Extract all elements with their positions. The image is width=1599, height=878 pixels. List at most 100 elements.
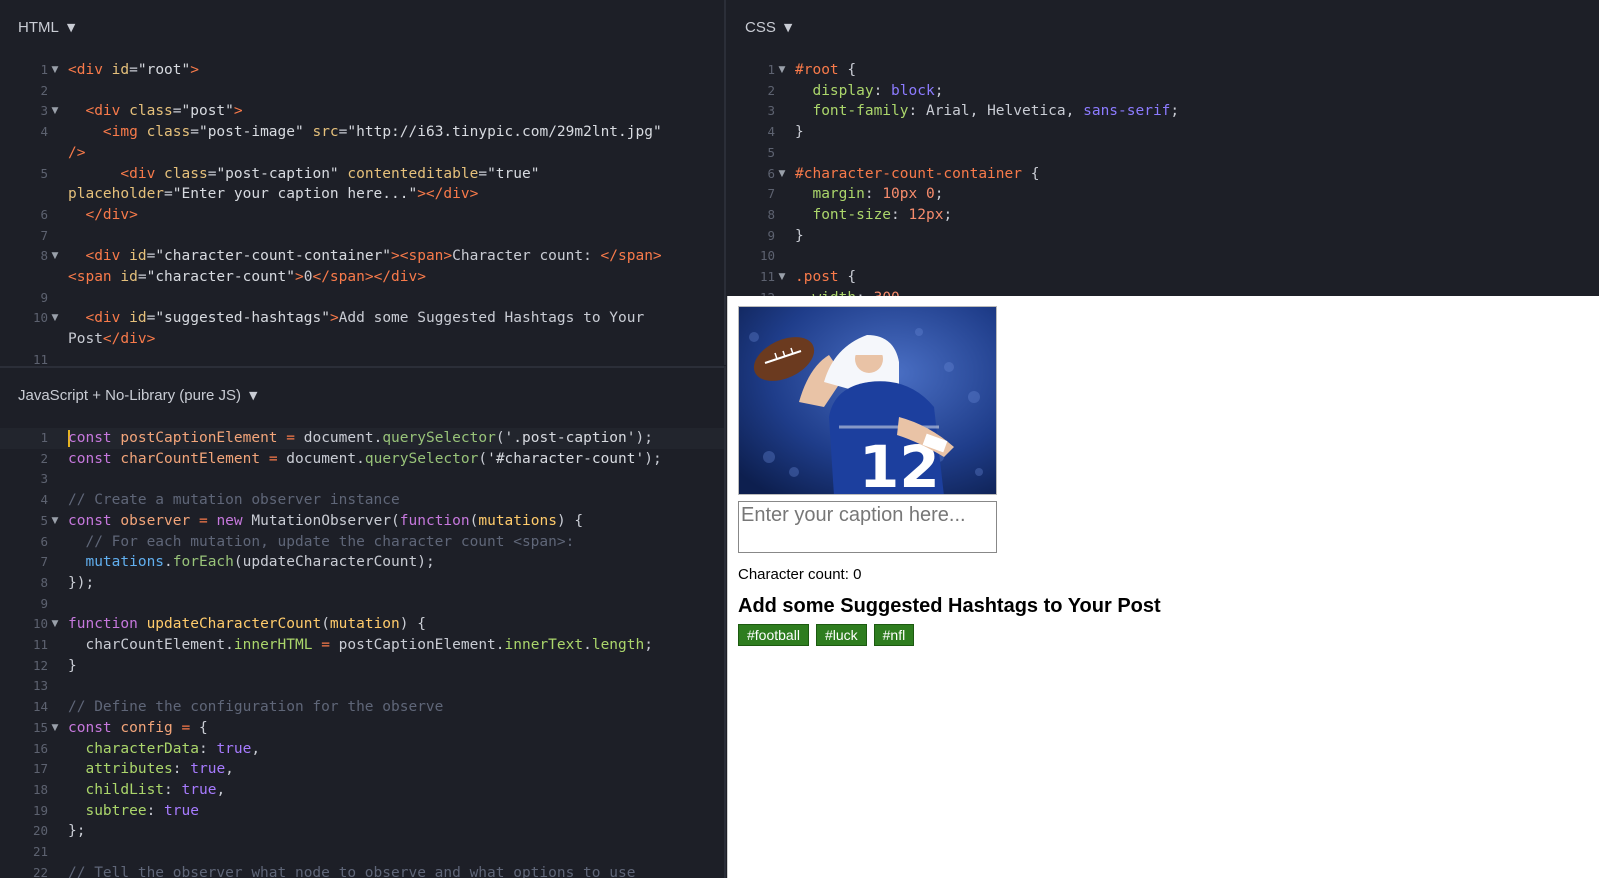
code-text[interactable] [68,226,724,247]
code-line[interactable]: 8 font-size: 12px; [727,205,1599,226]
code-text[interactable]: #root { [795,60,1599,81]
fold-arrow-icon[interactable]: ▼ [48,308,62,329]
hashtag-badge[interactable]: #football [738,624,809,646]
code-text[interactable]: margin: 10px 0; [795,184,1599,205]
code-line[interactable]: 22 // Tell the observer what node to obse… [0,863,724,878]
js-panel-header[interactable]: JavaScript + No-Library (pure JS) ▼ [0,368,724,422]
code-text[interactable]: // Create a mutation observer instance [68,490,724,511]
code-line[interactable]: 6 ▼ #character-count-container { [727,164,1599,185]
code-text[interactable]: characterData: true, [68,739,724,760]
css-editor-panel[interactable]: CSS ▼ 1 ▼ #root {2 display: block; 3 font-f… [727,0,1599,296]
dropdown-caret-icon[interactable]: ▼ [784,21,792,34]
code-text[interactable]: charCountElement.innerHTML = postCaption… [68,635,724,656]
code-text[interactable]: .post { [795,267,1599,288]
code-line[interactable]: 17 attributes: true, [0,759,724,780]
code-line[interactable]: 1 ▼ <div id="root"> [0,60,724,81]
fold-arrow-icon[interactable]: ▼ [48,614,62,635]
code-line[interactable]: 9} [727,226,1599,247]
code-text[interactable]: }; [68,821,724,842]
code-line[interactable]: 4 // Create a mutation observer instance [0,490,724,511]
code-line[interactable]: 3 ▼ <div class="post"> [0,101,724,122]
code-line[interactable]: 2 [0,81,724,102]
code-text[interactable]: function updateCharacterCount(mutation) … [68,614,724,635]
css-panel-header[interactable]: CSS ▼ [727,0,1599,54]
code-text[interactable]: } [68,656,724,677]
code-line[interactable]: 8 ▼ <div id="character-count-container"><… [0,246,724,287]
code-text[interactable]: width: 300 [795,288,1599,296]
code-line[interactable]: 9 [0,288,724,309]
code-text[interactable]: </div> [68,205,724,226]
code-text[interactable]: // For each mutation, update the charact… [68,532,724,553]
js-code-area[interactable]: 1 const postCaptionElement = document.que… [0,422,724,878]
code-text[interactable] [795,143,1599,164]
code-line[interactable]: 11 charCountElement.innerHTML = postCapt… [0,635,724,656]
code-line[interactable]: 8}); [0,573,724,594]
fold-arrow-icon[interactable]: ▼ [48,101,62,122]
fold-arrow-icon[interactable]: ▼ [48,718,62,739]
code-text[interactable] [68,81,724,102]
code-line[interactable]: 11 [0,350,724,365]
code-line[interactable]: 11 ▼ .post { [727,267,1599,288]
html-editor-panel[interactable]: HTML ▼ 1 ▼ <div id="root"> 2 3 ▼ <div class="… [0,0,726,365]
caption-input[interactable]: Enter your caption here... [738,501,997,553]
code-line[interactable]: 9 [0,594,724,615]
dropdown-caret-icon[interactable]: ▼ [249,389,257,402]
code-line[interactable]: 10 ▼ function updateCharacterCount(mutatio… [0,614,724,635]
code-text[interactable] [68,594,724,615]
code-line[interactable]: 14 // Define the configuration for the ob… [0,697,724,718]
code-text[interactable] [68,288,724,309]
code-line[interactable]: 12 width: 300 [727,288,1599,296]
code-line[interactable]: 7 [0,226,724,247]
code-text[interactable]: mutations.forEach(updateCharacterCount); [68,552,724,573]
fold-arrow-icon[interactable]: ▼ [48,246,62,267]
code-text[interactable]: font-size: 12px; [795,205,1599,226]
code-line[interactable]: 3 font-family: Arial, Helvetica, sans-se… [727,101,1599,122]
code-text[interactable]: <div id="suggested-hashtags">Add some Su… [68,308,724,349]
code-line[interactable]: 2 display: block; [727,81,1599,102]
code-text[interactable] [68,842,724,863]
css-code-area[interactable]: 1 ▼ #root {2 display: block; 3 font-family:… [727,54,1599,296]
fold-arrow-icon[interactable]: ▼ [775,164,789,185]
code-line[interactable]: 7 margin: 10px 0; [727,184,1599,205]
code-text[interactable]: } [795,226,1599,247]
code-text[interactable]: <div class="post-caption" contenteditabl… [68,164,724,205]
dropdown-caret-icon[interactable]: ▼ [67,21,75,34]
code-line[interactable]: 6 </div> [0,205,724,226]
code-line[interactable]: 3 [0,469,724,490]
code-line[interactable]: 1 ▼ #root { [727,60,1599,81]
code-text[interactable] [68,676,724,697]
code-text[interactable]: #character-count-container { [795,164,1599,185]
code-line[interactable]: 6 // For each mutation, update the chara… [0,532,724,553]
code-text[interactable]: const observer = new MutationObserver(fu… [68,511,724,532]
code-line[interactable]: 19 subtree: true [0,801,724,822]
code-line[interactable]: 1 const postCaptionElement = document.que… [0,428,724,449]
code-line[interactable]: 7 mutations.forEach(updateCharacterCount… [0,552,724,573]
code-line[interactable]: 5 <div class="post-caption" contentedita… [0,164,724,205]
code-text[interactable]: font-family: Arial, Helvetica, sans-seri… [795,101,1599,122]
code-line[interactable]: 16 characterData: true, [0,739,724,760]
code-text[interactable] [68,469,724,490]
code-text[interactable]: <div class="post"> [68,101,724,122]
code-line[interactable]: 4 <img class="post-image" src="http://i6… [0,122,724,163]
code-text[interactable]: const charCountElement = document.queryS… [68,449,724,470]
code-text[interactable]: const config = { [68,718,724,739]
code-line[interactable]: 10 [727,246,1599,267]
code-text[interactable]: // Tell the observer what node to observ… [68,863,724,878]
fold-arrow-icon[interactable]: ▼ [48,60,62,81]
code-line[interactable]: 12} [0,656,724,677]
code-text[interactable]: attributes: true, [68,759,724,780]
js-editor-panel[interactable]: JavaScript + No-Library (pure JS) ▼ 1 con… [0,366,726,878]
code-text[interactable] [68,350,724,365]
code-text[interactable]: <div id="root"> [68,60,724,81]
code-line[interactable]: 20}; [0,821,724,842]
fold-arrow-icon[interactable]: ▼ [775,60,789,81]
code-text[interactable]: // Define the configuration for the obse… [68,697,724,718]
code-text[interactable]: }); [68,573,724,594]
code-line[interactable]: 2 const charCountElement = document.query… [0,449,724,470]
fold-arrow-icon[interactable]: ▼ [775,267,789,288]
code-line[interactable]: 5 ▼ const observer = new MutationObserver(… [0,511,724,532]
code-text[interactable]: } [795,122,1599,143]
code-text[interactable]: const postCaptionElement = document.quer… [68,428,724,449]
html-panel-header[interactable]: HTML ▼ [0,0,724,54]
code-text[interactable] [795,246,1599,267]
